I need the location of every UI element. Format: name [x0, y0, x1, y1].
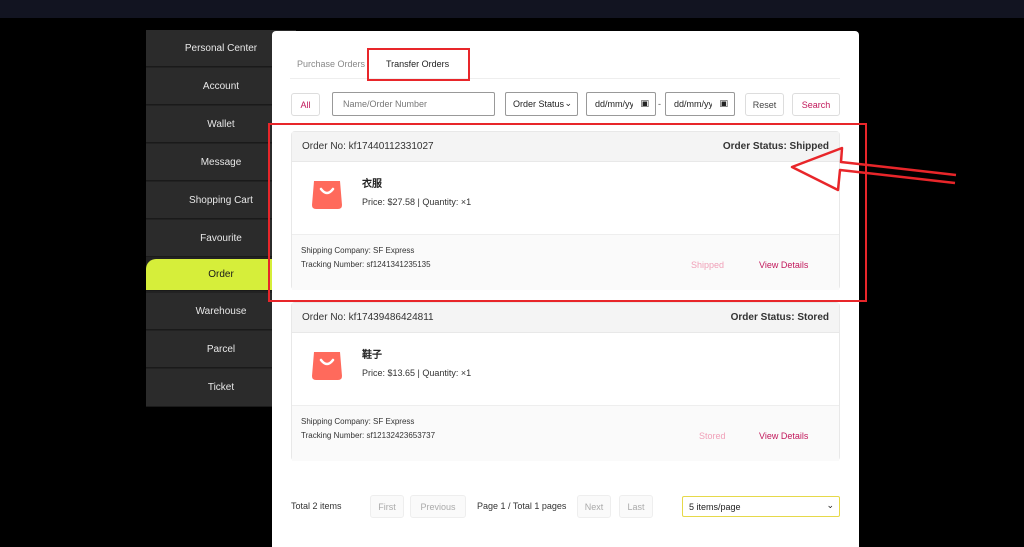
tracking-number: Tracking Number: sf12132423653737	[301, 431, 436, 440]
order-card-header: Order No: kf17439486424811 Order Status:…	[292, 303, 839, 333]
chevron-down-icon: ⌄	[564, 98, 572, 108]
order-status-header: Order Status: Stored	[730, 312, 829, 323]
shipping-company: Shipping Company: SF Express	[301, 417, 415, 426]
chevron-down-icon: ⌄	[826, 500, 834, 510]
previous-page-button[interactable]: Previous	[410, 495, 466, 518]
last-page-button[interactable]: Last	[619, 495, 653, 518]
date-separator: -	[658, 99, 661, 109]
order-highlight-box	[268, 123, 867, 302]
search-input[interactable]: Name/Order Number	[332, 92, 495, 116]
order-card: Order No: kf17439486424811 Order Status:…	[291, 302, 840, 461]
next-page-button[interactable]: Next	[577, 495, 611, 518]
order-number: Order No: kf17439486424811	[302, 312, 434, 323]
order-card-footer: Shipping Company: SF Express Tracking Nu…	[292, 405, 839, 461]
price-quantity: Price: $13.65 | Quantity: ×1	[362, 368, 472, 378]
browser-top-bar	[0, 0, 1024, 18]
total-items: Total 2 items	[291, 501, 342, 511]
search-button[interactable]: Search	[792, 93, 840, 116]
date-to-input[interactable]: dd/mm/yyyy ▣	[665, 92, 735, 116]
product-name: 鞋子	[362, 350, 382, 361]
reset-button[interactable]: Reset	[745, 93, 784, 116]
date-from-input[interactable]: dd/mm/yyyy ▣	[586, 92, 656, 116]
order-status-select[interactable]: Order Status ⌄	[505, 92, 578, 116]
tab-purchase-orders[interactable]: Purchase Orders	[297, 49, 365, 79]
calendar-icon: ▣	[719, 98, 728, 108]
view-details-link[interactable]: View Details	[759, 431, 808, 441]
calendar-icon: ▣	[640, 98, 649, 108]
first-page-button[interactable]: First	[370, 495, 404, 518]
page-info: Page 1 / Total 1 pages	[477, 501, 567, 511]
all-filter-button[interactable]: All	[291, 93, 320, 116]
status-badge: Stored	[699, 431, 726, 441]
annotation-arrow-icon	[790, 146, 957, 192]
items-per-page-select[interactable]: 5 items/page ⌄	[682, 496, 840, 517]
tab-highlight-box	[367, 48, 470, 81]
shopping-bag-icon	[312, 352, 342, 380]
